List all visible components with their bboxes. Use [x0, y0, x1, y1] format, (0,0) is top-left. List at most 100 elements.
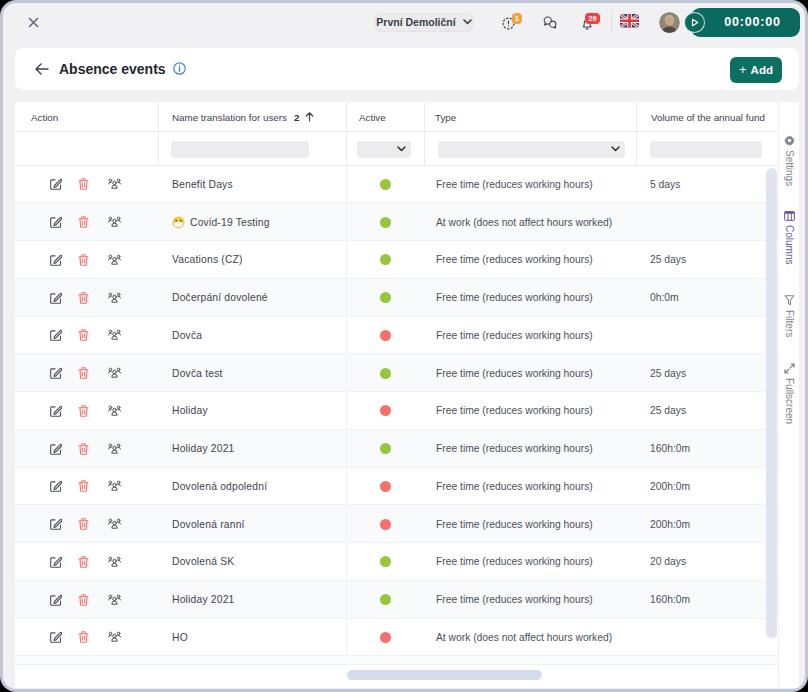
delete-icon[interactable]	[78, 216, 90, 228]
info-circle-icon[interactable]	[173, 62, 186, 75]
users-group-icon[interactable]	[108, 329, 120, 341]
users-group-icon[interactable]	[108, 631, 120, 643]
funnel-icon	[784, 295, 795, 306]
column-header-volume[interactable]: Volume of the annual fund	[651, 102, 765, 132]
users-group-icon[interactable]	[108, 556, 120, 568]
timer-button[interactable]: 00:00:00	[691, 8, 800, 37]
chat-bubbles-icon[interactable]	[543, 16, 559, 32]
table-row: Dočerpání dovolené Free time (reduces wo…	[15, 279, 778, 317]
back-arrow-icon[interactable]	[35, 63, 51, 79]
rail-item-filters[interactable]: Filters	[779, 295, 799, 337]
page-title: Absence events	[59, 61, 166, 77]
app-window: První Demoliční 1	[0, 0, 808, 692]
rail-item-columns[interactable]: Columns	[779, 211, 799, 264]
rail-item-fullscreen[interactable]: Fullscreen	[779, 363, 799, 424]
row-type: Free time (reduces working hours)	[436, 354, 593, 392]
row-name: Dovča test	[172, 354, 223, 392]
table-row: Holiday 2021 Free time (reduces working …	[15, 430, 778, 468]
users-group-icon[interactable]	[108, 254, 120, 266]
delete-icon[interactable]	[78, 518, 90, 530]
side-rail: Settings Columns Filters Fullscreen	[779, 102, 799, 688]
column-header-type[interactable]: Type	[435, 102, 456, 132]
delete-icon[interactable]	[78, 556, 90, 568]
add-button[interactable]: + Add	[730, 57, 782, 83]
delete-icon[interactable]	[78, 443, 90, 455]
edit-icon[interactable]	[50, 443, 62, 455]
edit-icon[interactable]	[50, 518, 62, 530]
avatar[interactable]	[659, 12, 680, 33]
active-dot	[380, 330, 391, 341]
column-header-action[interactable]: Action	[31, 102, 58, 132]
edit-icon[interactable]	[50, 216, 62, 228]
users-group-icon[interactable]	[108, 594, 120, 606]
edit-icon[interactable]	[50, 556, 62, 568]
column-divider	[346, 392, 347, 430]
chevron-down-icon	[611, 146, 620, 152]
name-filter-input[interactable]	[171, 141, 309, 158]
type-filter-select[interactable]	[438, 141, 625, 158]
rail-item-settings[interactable]: Settings	[779, 135, 799, 186]
active-dot	[380, 292, 391, 303]
row-volume: 200h:0m	[650, 505, 690, 543]
users-group-icon[interactable]	[108, 405, 120, 417]
row-name: HO	[172, 619, 188, 657]
edit-icon[interactable]	[50, 480, 62, 492]
table-row: Dovolená odpolední Free time (reduces wo…	[15, 468, 778, 506]
rail-item-label: Settings	[784, 150, 795, 186]
row-name-text: Vacations (CZ)	[172, 254, 243, 265]
company-selector-label: První Demoliční	[376, 16, 455, 28]
delete-icon[interactable]	[78, 405, 90, 417]
vertical-scrollbar[interactable]	[766, 168, 777, 638]
edit-icon[interactable]	[50, 631, 62, 643]
delete-icon[interactable]	[78, 594, 90, 606]
row-name: Holiday	[172, 392, 208, 430]
active-dot	[380, 632, 391, 643]
company-selector[interactable]: První Demoliční	[374, 13, 474, 32]
delete-icon[interactable]	[78, 631, 90, 643]
active-dot	[380, 179, 391, 190]
delete-icon[interactable]	[78, 178, 90, 190]
row-name: Dovolená odpolední	[172, 468, 267, 506]
row-name: Holiday 2021	[172, 430, 235, 468]
users-group-icon[interactable]	[108, 443, 120, 455]
users-group-icon[interactable]	[108, 216, 120, 228]
users-group-icon[interactable]	[108, 518, 120, 530]
uk-flag-icon[interactable]	[620, 14, 639, 28]
edit-icon[interactable]	[50, 254, 62, 266]
table-row: Dovča Free time (reduces working hours)	[15, 317, 778, 355]
edit-icon[interactable]	[50, 178, 62, 190]
volume-filter-input[interactable]	[650, 141, 762, 158]
close-icon[interactable]	[26, 15, 41, 30]
arrow-up-icon	[305, 112, 314, 122]
row-volume: 160h:0m	[650, 581, 690, 619]
edit-icon[interactable]	[50, 594, 62, 606]
horizontal-scrollbar[interactable]	[347, 670, 542, 680]
edit-icon[interactable]	[50, 329, 62, 341]
row-name-text: Dovča test	[172, 368, 223, 379]
delete-icon[interactable]	[78, 292, 90, 304]
column-divider	[346, 543, 347, 581]
edit-icon[interactable]	[50, 292, 62, 304]
column-divider	[346, 581, 347, 619]
sort-order-number: 2	[294, 112, 299, 123]
table-header: Action Name translation for users 2 Acti…	[15, 102, 778, 132]
column-header-name[interactable]: Name translation for users 2	[172, 102, 314, 132]
row-volume: 25 days	[650, 241, 686, 279]
users-group-icon[interactable]	[108, 292, 120, 304]
row-type: Free time (reduces working hours)	[436, 392, 593, 430]
users-group-icon[interactable]	[108, 480, 120, 492]
edit-icon[interactable]	[50, 405, 62, 417]
play-circle-icon[interactable]	[684, 12, 705, 33]
delete-icon[interactable]	[78, 480, 90, 492]
users-group-icon[interactable]	[108, 367, 120, 379]
users-group-icon[interactable]	[108, 178, 120, 190]
delete-icon[interactable]	[78, 329, 90, 341]
delete-icon[interactable]	[78, 367, 90, 379]
column-header-active[interactable]: Active	[359, 102, 386, 132]
row-type: Free time (reduces working hours)	[436, 279, 593, 317]
edit-icon[interactable]	[50, 367, 62, 379]
delete-icon[interactable]	[78, 254, 90, 266]
row-volume: 160h:0m	[650, 430, 690, 468]
active-filter-select[interactable]	[357, 141, 411, 158]
table-body: Benefit Days Free time (reduces working …	[15, 166, 778, 657]
